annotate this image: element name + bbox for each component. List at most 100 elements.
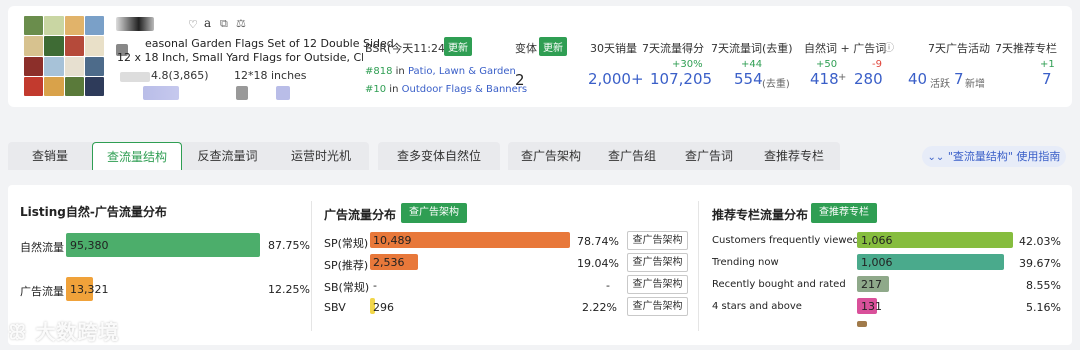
tab-time-machine[interactable]: 运营时光机 — [273, 142, 369, 170]
sp-regular-pct: 78.74% — [577, 235, 619, 248]
rec-4-stars-pct: 5.16% — [1026, 301, 1061, 314]
ad-active-label: 活跃 — [930, 79, 950, 90]
ad-structure-button[interactable]: 查广告架构 — [401, 203, 467, 223]
ad-activity-header: 7天广告活动 — [928, 42, 990, 55]
tab-group-main: 查销量 查流量结构 反查流量词 运营时光机 — [8, 142, 369, 170]
organic-value[interactable]: 418 — [810, 70, 839, 88]
product-title-line2[interactable]: 12 x 18 Inch, Small Yard Flags for Outsi… — [117, 51, 363, 64]
ad-delta: -9 — [872, 59, 882, 70]
words7-suffix: (去重) — [762, 79, 790, 90]
sp-recommend-value: 2,536 — [373, 256, 405, 269]
watermark-text: 大数跨境 — [35, 320, 120, 344]
sbv-value: 296 — [373, 301, 394, 314]
rec-5th-bar-partial — [857, 321, 867, 327]
redacted-block — [120, 72, 150, 82]
organic-traffic-label: 自然流量 — [20, 241, 64, 254]
words7-value[interactable]: 554 — [734, 70, 763, 88]
tab-recommend-columns[interactable]: 查推荐专栏 — [748, 142, 840, 170]
scale-icon[interactable]: ⚖ — [236, 17, 246, 30]
organic-delta: +50 — [816, 59, 838, 70]
ad-new-value[interactable]: 7 — [954, 70, 964, 88]
ad-traffic-pct: 12.25% — [268, 283, 310, 296]
tab-group-variants: 查多变体自然位 — [378, 142, 500, 170]
redacted-block — [276, 86, 290, 100]
rec-customers-viewed-label: Customers frequently viewed — [712, 235, 860, 246]
organic-ad-header: 自然词 + 广告词 — [804, 42, 887, 55]
rec-4-stars-value: 131 — [861, 300, 882, 313]
bsr-header: BSR(今天11:24) — [365, 42, 450, 55]
bsr-rank-1[interactable]: #818 in Patio, Lawn & Garden — [365, 66, 516, 77]
sb-regular-ad-structure-button[interactable]: 查广告架构 — [627, 275, 688, 294]
listing-section-title: Listing自然-广告流量分布 — [20, 205, 167, 219]
traffic-distribution-panel: Listing自然-广告流量分布 自然流量 95,380 87.75% 广告流量… — [8, 185, 1072, 345]
ads-section-title: 广告流量分布 — [324, 208, 397, 222]
score7-value[interactable]: 107,205 — [650, 70, 712, 88]
sp-recommend-ad-structure-button[interactable]: 查广告架构 — [627, 253, 688, 272]
redacted-block — [143, 86, 179, 100]
rec-customers-viewed-pct: 42.03% — [1019, 235, 1061, 248]
sales30-value[interactable]: 2,000+ — [588, 70, 644, 88]
score7-delta: +30% — [672, 59, 703, 70]
plus-sign: + — [838, 72, 847, 83]
sales30-header: 30天销量 — [590, 42, 637, 55]
rec-trending-label: Trending now — [712, 257, 779, 268]
bsr-rank-2[interactable]: #10 in Outdoor Flags & Banners — [365, 84, 527, 95]
recommend7-header: 7天推荐专栏 — [995, 42, 1057, 55]
ad-active-value[interactable]: 40 — [908, 70, 927, 88]
recommend-columns-button[interactable]: 查推荐专栏 — [811, 203, 877, 223]
tab-ad-structure[interactable]: 查广告架构 — [508, 142, 594, 170]
ad-traffic-label: 广告流量 — [20, 285, 64, 298]
sbv-pct: 2.22% — [582, 301, 617, 314]
recommend7-value[interactable]: 7 — [1042, 70, 1052, 88]
usage-guide-label: "查流量结构" 使用指南 — [947, 150, 1061, 163]
product-thumbnail[interactable] — [24, 16, 104, 96]
copy-icon[interactable]: ⧉ — [220, 17, 228, 31]
score7-header: 7天流量得分 — [642, 42, 704, 55]
recommend-section-title: 推荐专栏流量分布 — [712, 208, 809, 222]
variants-update-button[interactable]: 更新 — [539, 37, 567, 56]
rec-recently-bought-pct: 8.55% — [1026, 279, 1061, 292]
watermark: ꕥ 大数跨境 — [8, 316, 120, 345]
rec-trending-value: 1,006 — [861, 256, 893, 269]
help-icon[interactable]: ⓘ — [884, 39, 894, 54]
sp-recommend-label: SP(推荐) — [324, 259, 369, 272]
store-name-redacted — [116, 17, 154, 31]
product-title-line1[interactable]: easonal Garden Flags Set of 12 Double Si… — [145, 37, 394, 50]
rating-text: 4.8(3,865) — [151, 69, 209, 82]
tab-sales[interactable]: 查销量 — [8, 142, 92, 170]
sp-regular-ad-structure-button[interactable]: 查广告架构 — [627, 231, 688, 250]
sbv-ad-structure-button[interactable]: 查广告架构 — [627, 297, 688, 316]
sb-regular-value: - — [373, 279, 377, 292]
variants-value: 2 — [515, 71, 525, 89]
sp-regular-value: 10,489 — [373, 234, 412, 247]
product-summary-card: ♡ a ⧉ ⚖ easonal Garden Flags Set of 12 D… — [8, 6, 1072, 107]
tab-reverse-keywords[interactable]: 反查流量词 — [182, 142, 273, 170]
sb-regular-label: SB(常规) — [324, 281, 370, 294]
tab-variant-positions[interactable]: 查多变体自然位 — [378, 142, 500, 170]
tab-ad-keywords[interactable]: 查广告词 — [670, 142, 748, 170]
tab-traffic-structure[interactable]: 查流量结构 — [92, 142, 182, 170]
ad-value[interactable]: 280 — [854, 70, 883, 88]
tab-ad-groups[interactable]: 查广告组 — [594, 142, 670, 170]
rec-recently-bought-label: Recently bought and rated — [712, 279, 846, 290]
sbv-label: SBV — [324, 301, 346, 314]
organic-traffic-pct: 87.75% — [268, 239, 310, 252]
sp-recommend-pct: 19.04% — [577, 257, 619, 270]
rec-trending-pct: 39.67% — [1019, 257, 1061, 270]
amazon-icon[interactable]: a — [204, 16, 211, 30]
rec-4-stars-label: 4 stars and above — [712, 301, 802, 312]
rec-customers-viewed-value: 1,066 — [861, 234, 893, 247]
double-chevron-down-icon: ⌄⌄ — [927, 152, 945, 163]
redacted-block — [236, 86, 248, 100]
recommend7-delta: +1 — [1040, 59, 1055, 70]
divider — [311, 201, 312, 331]
bsr-update-button[interactable]: 更新 — [444, 37, 472, 56]
ad-new-label: 新增 — [965, 79, 985, 90]
usage-guide-link[interactable]: ⌄⌄ "查流量结构" 使用指南 — [922, 146, 1066, 167]
tab-group-ads: 查广告架构 查广告组 查广告词 查推荐专栏 — [508, 142, 840, 170]
size-text: 12*18 inches — [234, 69, 307, 82]
heart-icon[interactable]: ♡ — [188, 18, 198, 31]
sb-regular-pct: - — [606, 279, 610, 292]
words7-header: 7天流量词(去重) — [711, 42, 793, 55]
words7-delta: +44 — [741, 59, 763, 70]
